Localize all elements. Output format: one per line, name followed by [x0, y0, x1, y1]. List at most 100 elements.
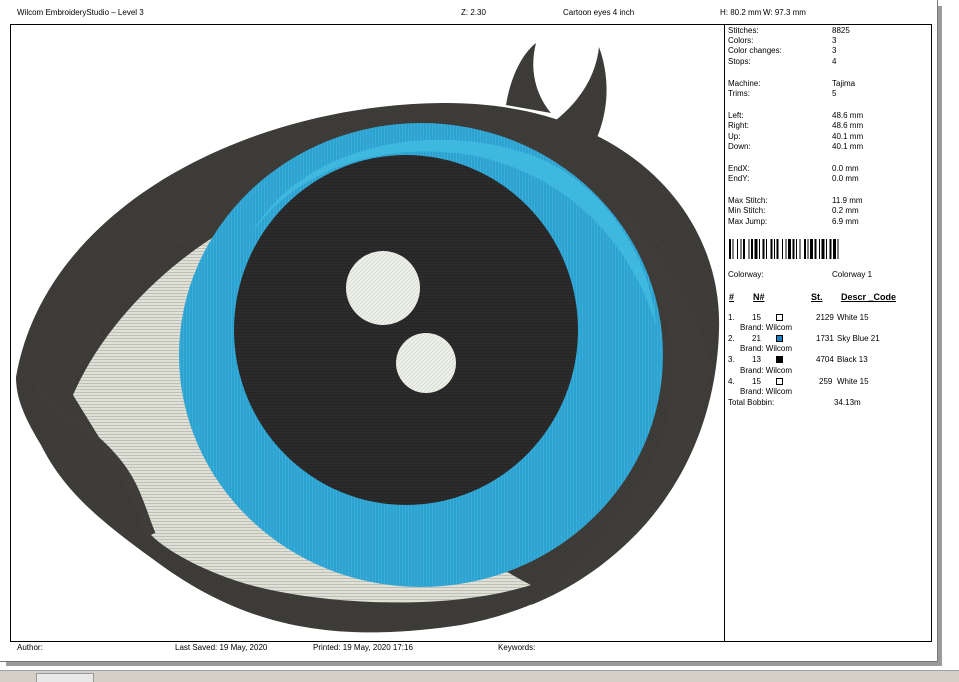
stops-value: 4: [832, 57, 837, 66]
thread-row-2-number: 21: [752, 334, 761, 343]
barcode-bar: [833, 239, 836, 259]
barcode-bar: [776, 239, 779, 259]
footer-last-saved: Last Saved: 19 May, 2020: [175, 643, 268, 652]
barcode-bar: [785, 239, 787, 259]
design-name: Cartoon eyes 4 inch: [563, 8, 635, 17]
barcode-bar: [796, 239, 797, 259]
colorway-value: Colorway 1: [832, 270, 873, 279]
thread-row-4-description: White 15: [837, 377, 869, 386]
cartoon-eye-design: [16, 43, 720, 633]
thread-row-1-stitches: 2129: [816, 313, 834, 322]
color-changes-value: 3: [832, 46, 837, 55]
barcode-bar: [759, 239, 760, 259]
colors-value: 3: [832, 36, 837, 45]
col-header-number: N#: [753, 292, 765, 302]
machine-value: Tajima: [832, 79, 856, 88]
left-label: Left:: [728, 111, 744, 120]
barcode-bar: [774, 239, 775, 259]
col-header-description: Descr _Code: [841, 292, 897, 302]
barcode-bar: [799, 239, 801, 259]
up-value: 40.1 mm: [832, 132, 864, 141]
thread-row-2-stitches: 1731: [816, 334, 834, 343]
barcode-bar: [737, 239, 738, 259]
design-preview: [11, 25, 724, 641]
barcode-bar: [804, 239, 806, 259]
thread-row-3-number: 13: [752, 355, 761, 364]
machine-label: Machine:: [728, 79, 761, 88]
barcode-bar: [732, 239, 734, 259]
thread-row-2-index: 2.: [728, 334, 735, 343]
barcode-bar: [837, 239, 839, 259]
colors-label: Colors:: [728, 36, 754, 45]
max-stitch-value: 11.9 mm: [832, 196, 863, 205]
barcode-bar: [740, 239, 742, 259]
trims-value: 5: [832, 89, 837, 98]
footer-keywords: Keywords:: [498, 643, 536, 652]
down-label: Down:: [728, 142, 751, 151]
endy-value: 0.0 mm: [832, 174, 859, 183]
trims-label: Trims:: [728, 89, 750, 98]
barcode-bar: [748, 239, 750, 259]
barcode-bar: [770, 239, 773, 259]
max-jump-value: 6.9 mm: [832, 217, 859, 226]
barcode-bar: [766, 239, 767, 259]
design-width: W: 97.3 mm: [763, 8, 806, 17]
thread-row-4-stitches: 259: [819, 377, 833, 386]
footer-author: Author:: [17, 643, 43, 652]
sheet-shadow-right: [938, 6, 942, 666]
thread-row-1-description: White 15: [837, 313, 869, 322]
thread-row-4-number: 15: [752, 377, 761, 386]
barcode: [729, 239, 839, 259]
min-stitch-label: Min Stitch:: [728, 206, 766, 215]
thread-row-3-swatch: [776, 356, 783, 363]
col-header-stitches: St.: [811, 292, 823, 302]
barcode-bar: [829, 239, 832, 259]
zoom-level: Z: 2.30: [461, 8, 486, 17]
stops-label: Stops:: [728, 57, 751, 66]
colorway-label: Colorway:: [728, 270, 764, 279]
total-bobbin-value: 34.13m: [834, 398, 861, 407]
endy-label: EndY:: [728, 174, 750, 183]
barcode-bar: [762, 239, 765, 259]
barcode-bar: [751, 239, 753, 259]
total-bobbin-label: Total Bobbin:: [728, 398, 775, 407]
barcode-bar: [814, 239, 817, 259]
barcode-bar: [826, 239, 827, 259]
barcode-bar: [807, 239, 809, 259]
stitches-label: Stitches:: [728, 26, 759, 35]
barcode-bar: [821, 239, 825, 259]
barcode-bar: [729, 239, 731, 259]
thread-row-4-swatch: [776, 378, 783, 385]
down-value: 40.1 mm: [832, 142, 864, 151]
stitches-value: 8825: [832, 26, 850, 35]
thread-row-1-index: 1.: [728, 313, 735, 322]
thread-row-3-brand: Brand: Wilcom: [740, 366, 793, 375]
col-header-index: #: [729, 292, 735, 302]
thread-row-2-description: Sky Blue 21: [837, 334, 880, 343]
window-status-strip: [0, 670, 959, 682]
design-height: H: 80.2 mm: [720, 8, 762, 17]
barcode-bar: [754, 239, 758, 259]
right-label: Right:: [728, 121, 749, 130]
min-stitch-value: 0.2 mm: [832, 206, 859, 215]
sheet-shadow-bottom: [6, 662, 942, 666]
thread-row-4-index: 4.: [728, 377, 735, 386]
barcode-bar: [788, 239, 791, 259]
endx-value: 0.0 mm: [832, 164, 859, 173]
right-value: 48.6 mm: [832, 121, 864, 130]
up-label: Up:: [728, 132, 741, 141]
thread-row-2-brand: Brand: Wilcom: [740, 344, 793, 353]
endx-label: EndX:: [728, 164, 750, 173]
thread-row-1-swatch: [776, 314, 783, 321]
thread-row-4-brand: Brand: Wilcom: [740, 387, 793, 396]
left-value: 48.6 mm: [832, 111, 864, 120]
max-jump-label: Max Jump:: [728, 217, 768, 226]
thread-row-1-number: 15: [752, 313, 761, 322]
info-panel-divider: [724, 24, 725, 642]
app-title: Wilcom EmbroideryStudio – Level 3: [17, 8, 144, 17]
footer-printed: Printed: 19 May, 2020 17:16: [313, 643, 413, 652]
barcode-bar: [792, 239, 795, 259]
barcode-bar: [819, 239, 820, 259]
thread-row-3-description: Black 13: [837, 355, 868, 364]
max-stitch-label: Max Stitch:: [728, 196, 768, 205]
